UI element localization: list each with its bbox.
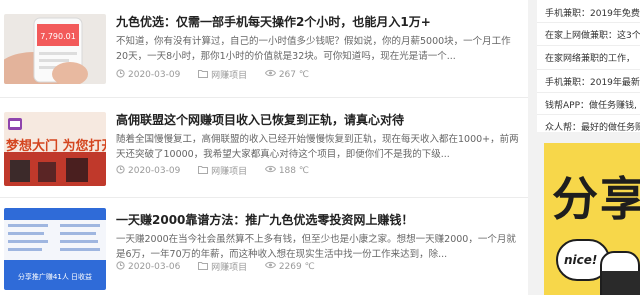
sidebar-link[interactable]: 在家网络兼职的工作， bbox=[545, 51, 640, 64]
article-thumbnail[interactable]: 7,790.01 bbox=[4, 14, 106, 84]
article-title[interactable]: 高佣联盟这个网赚项目收入已恢复到正轨，请真心对待 bbox=[116, 111, 522, 128]
article-views: 188 ℃ bbox=[278, 165, 309, 176]
sidebar-link[interactable]: 在家上网做兼职：这3个 bbox=[545, 28, 640, 41]
sidebar-link[interactable]: 众人帮：最好的做任务赚 bbox=[545, 120, 640, 133]
sidebar-post-list: 手机兼职：2019年免费 在家上网做兼职：这3个 在家网络兼职的工作， 手机兼职… bbox=[537, 0, 640, 133]
article-category[interactable]: 网赚项目 bbox=[211, 260, 247, 273]
article-category[interactable]: 网赚项目 bbox=[211, 164, 247, 177]
folder-icon bbox=[198, 165, 209, 177]
ad-banner[interactable]: 分享 nice! bbox=[544, 143, 640, 295]
article-excerpt: 不知道，你有没有计算过，自己的一小时值多少钱呢？假如说，你的月薪5000块，一个… bbox=[116, 36, 511, 62]
thumb-amount: 7,790.01 bbox=[40, 32, 76, 41]
sidebar-link[interactable]: 手机兼职：2019年最新 bbox=[545, 75, 640, 88]
ad-headline: 分享 bbox=[552, 172, 640, 226]
article-meta: 2020-03-09 网赚项目 267 ℃ bbox=[116, 68, 309, 81]
article-thumbnail[interactable]: 梦想大门 为您打开 bbox=[4, 112, 106, 186]
article-views: 267 ℃ bbox=[278, 69, 309, 80]
article-list: 7,790.01 九色优选：仅需一部手机每天操作2个小时，也能月入1万+ 不知道… bbox=[0, 0, 528, 295]
article-thumbnail[interactable]: 分享推广赚41人 日收益 bbox=[4, 208, 106, 290]
article-category[interactable]: 网赚项目 bbox=[211, 68, 247, 81]
thumb-caption: 分享推广赚41人 日收益 bbox=[18, 272, 92, 281]
clock-icon bbox=[116, 164, 125, 177]
article-title[interactable]: 一天赚2000靠谱方法：推广九色优选零投资网上赚钱！ bbox=[116, 211, 522, 228]
article-date: 2020-03-06 bbox=[128, 261, 181, 272]
thumb-slogan: 梦想大门 为您打开 bbox=[6, 138, 106, 154]
sidebar-link[interactable]: 钱帮APP：做任务赚钱, bbox=[545, 98, 640, 111]
divider bbox=[537, 22, 640, 23]
article-item[interactable]: 梦想大门 为您打开 高佣联盟这个网赚项目收入已恢复到正轨，请真心对待 随着全国慢… bbox=[0, 97, 528, 189]
article-views: 2269 ℃ bbox=[278, 261, 315, 272]
article-item[interactable]: 分享推广赚41人 日收益 一天赚2000靠谱方法：推广九色优选零投资网上赚钱！ … bbox=[0, 197, 528, 290]
article-title[interactable]: 九色优选：仅需一部手机每天操作2个小时，也能月入1万+ bbox=[116, 13, 522, 30]
phone-hand-image: 7,790.01 bbox=[4, 14, 106, 84]
eye-icon bbox=[264, 69, 276, 80]
article-excerpt: 随着全国慢慢复工，高佣联盟的收入已经开始慢慢恢复到正轨，现在每天收入都在1000… bbox=[116, 134, 519, 160]
clock-icon bbox=[116, 260, 125, 273]
eye-icon bbox=[264, 261, 276, 272]
bubble-text: nice! bbox=[564, 253, 598, 267]
app-screenshot-image: 分享推广赚41人 日收益 bbox=[4, 208, 106, 290]
sidebar-link[interactable]: 手机兼职：2019年免费 bbox=[545, 6, 640, 19]
divider bbox=[537, 114, 640, 115]
phone-illustration bbox=[602, 271, 640, 295]
article-meta: 2020-03-09 网赚项目 188 ℃ bbox=[116, 164, 309, 177]
folder-icon bbox=[198, 261, 209, 273]
eye-icon bbox=[264, 165, 276, 176]
divider bbox=[537, 45, 640, 46]
article-date: 2020-03-09 bbox=[128, 165, 181, 176]
article-item[interactable]: 7,790.01 九色优选：仅需一部手机每天操作2个小时，也能月入1万+ 不知道… bbox=[0, 0, 528, 92]
article-date: 2020-03-09 bbox=[128, 69, 181, 80]
article-meta: 2020-03-06 网赚项目 2269 ℃ bbox=[116, 260, 315, 273]
divider bbox=[537, 92, 640, 93]
article-excerpt: 一天赚2000在当今社会虽然算不上多有钱，但至少也是小康之家。想想一天赚2000… bbox=[116, 234, 516, 260]
clock-icon bbox=[116, 68, 125, 81]
dream-door-image: 梦想大门 为您打开 bbox=[4, 112, 106, 186]
folder-icon bbox=[198, 69, 209, 81]
divider bbox=[537, 69, 640, 70]
